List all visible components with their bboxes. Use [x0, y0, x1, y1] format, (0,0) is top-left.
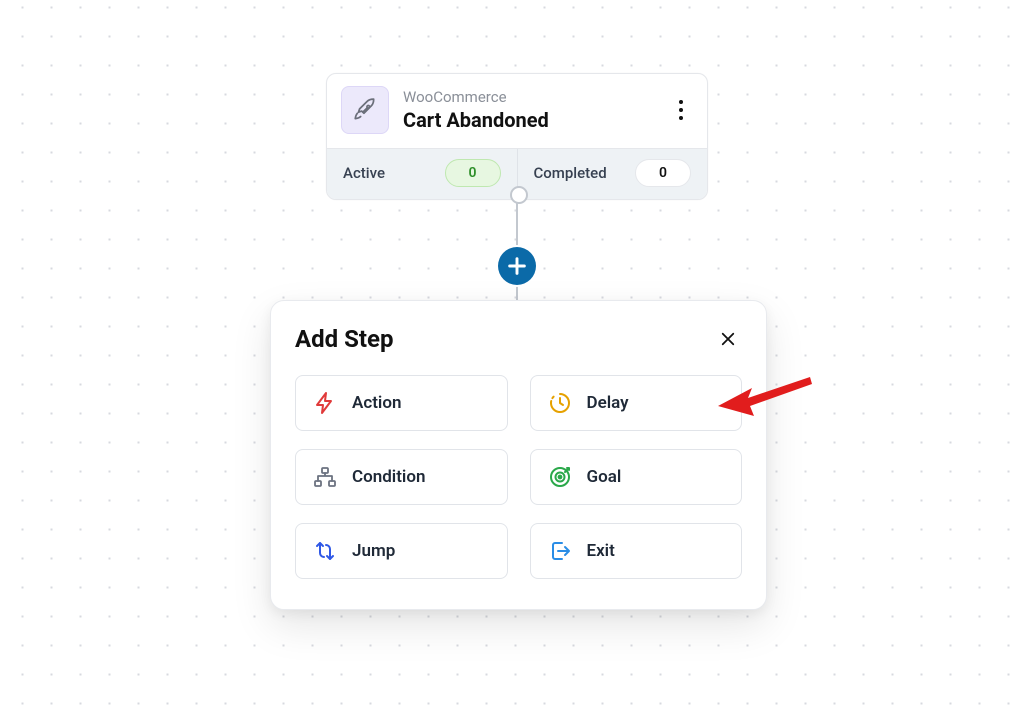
bolt-icon — [312, 391, 338, 415]
stat-active-count: 0 — [445, 159, 501, 187]
step-condition[interactable]: Condition — [295, 449, 508, 505]
trigger-source: WooCommerce — [403, 88, 655, 106]
stat-completed[interactable]: Completed 0 — [517, 149, 708, 199]
stat-active[interactable]: Active 0 — [327, 149, 517, 199]
step-grid: Action Delay — [295, 375, 742, 579]
step-action-label: Action — [352, 393, 401, 413]
trigger-texts: WooCommerce Cart Abandoned — [403, 88, 655, 133]
rocket-icon — [341, 86, 389, 134]
step-goal-label: Goal — [587, 467, 622, 487]
clock-icon — [547, 391, 573, 415]
stat-active-label: Active — [343, 164, 385, 182]
stat-completed-count: 0 — [635, 159, 691, 187]
branch-icon — [312, 465, 338, 489]
step-jump[interactable]: Jump — [295, 523, 508, 579]
add-step-popover: Add Step Action — [270, 300, 767, 610]
step-action[interactable]: Action — [295, 375, 508, 431]
popover-header: Add Step — [295, 325, 742, 353]
close-button[interactable] — [714, 325, 742, 353]
step-jump-label: Jump — [352, 541, 395, 561]
trigger-card[interactable]: WooCommerce Cart Abandoned Active 0 Comp… — [326, 73, 708, 200]
close-icon — [719, 330, 737, 348]
add-step-node[interactable] — [498, 247, 536, 285]
step-exit-label: Exit — [587, 541, 615, 561]
trigger-header: WooCommerce Cart Abandoned — [327, 74, 707, 148]
connector-node-top — [510, 186, 528, 204]
trigger-title: Cart Abandoned — [403, 108, 655, 133]
more-menu-button[interactable] — [669, 94, 693, 126]
plus-icon — [506, 255, 528, 277]
target-icon — [547, 465, 573, 489]
popover-title: Add Step — [295, 325, 393, 353]
step-delay-label: Delay — [587, 393, 629, 413]
stat-completed-label: Completed — [534, 164, 607, 182]
step-goal[interactable]: Goal — [530, 449, 743, 505]
step-delay[interactable]: Delay — [530, 375, 743, 431]
step-exit[interactable]: Exit — [530, 523, 743, 579]
step-condition-label: Condition — [352, 467, 425, 487]
exit-icon — [547, 539, 573, 563]
jump-icon — [312, 539, 338, 563]
